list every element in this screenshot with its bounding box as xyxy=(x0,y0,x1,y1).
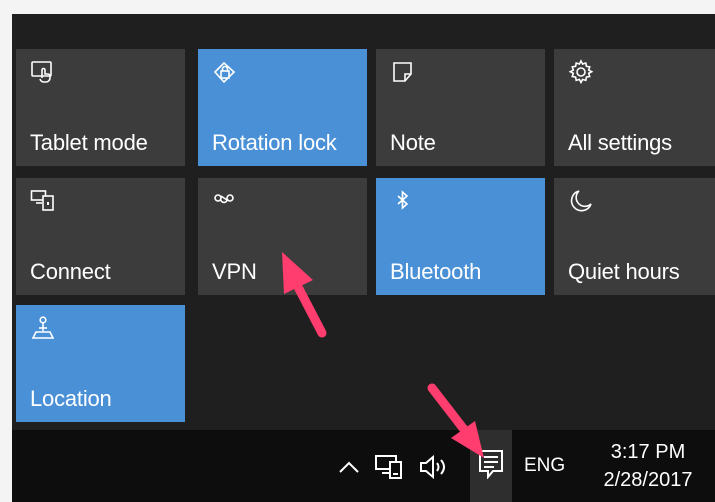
tile-connect[interactable]: Connect xyxy=(16,178,185,295)
left-edge xyxy=(0,0,12,502)
location-icon xyxy=(30,315,56,341)
bluetooth-icon xyxy=(390,188,416,214)
taskbar: ENG 3:17 PM 2/28/2017 xyxy=(12,430,715,502)
note-icon xyxy=(390,59,416,85)
tile-label: Note xyxy=(390,130,436,155)
tile-note[interactable]: Note xyxy=(376,49,545,166)
tile-label: Quiet hours xyxy=(568,259,680,284)
action-center-panel: Tablet mode Rotation lock Note All setti… xyxy=(12,14,715,430)
tile-vpn[interactable]: VPN xyxy=(198,178,367,295)
tile-all-settings[interactable]: All settings xyxy=(554,49,715,166)
tile-label: Tablet mode xyxy=(30,130,148,155)
tile-label: Bluetooth xyxy=(390,259,482,284)
gear-icon xyxy=(568,59,594,85)
tile-label: Rotation lock xyxy=(212,130,337,155)
tile-quiet-hours[interactable]: Quiet hours xyxy=(554,178,715,295)
clock-date: 2/28/2017 xyxy=(603,469,693,491)
moon-icon xyxy=(568,188,594,214)
tile-tablet-mode[interactable]: Tablet mode xyxy=(16,49,185,166)
network-icon[interactable] xyxy=(372,450,406,484)
volume-icon[interactable] xyxy=(416,450,452,484)
clock-time: 3:17 PM xyxy=(610,441,686,463)
show-hidden-icons-chevron-up-icon[interactable] xyxy=(334,452,364,482)
connect-icon xyxy=(30,188,56,214)
system-clock[interactable]: 3:17 PM 2/28/2017 xyxy=(590,438,706,494)
rotation-lock-icon xyxy=(212,59,238,85)
notification-icon xyxy=(478,449,504,483)
tile-label: Connect xyxy=(30,259,111,284)
tile-location[interactable]: Location xyxy=(16,305,185,422)
input-language-indicator[interactable]: ENG xyxy=(524,454,565,478)
vpn-icon xyxy=(212,188,238,214)
tile-label: All settings xyxy=(568,130,672,155)
tile-bluetooth[interactable]: Bluetooth xyxy=(376,178,545,295)
top-edge xyxy=(0,0,715,14)
action-center-button[interactable] xyxy=(470,430,512,502)
tile-rotation-lock[interactable]: Rotation lock xyxy=(198,49,367,166)
tablet-mode-icon xyxy=(30,59,56,85)
tile-label: VPN xyxy=(212,259,257,284)
tile-label: Location xyxy=(30,386,112,411)
